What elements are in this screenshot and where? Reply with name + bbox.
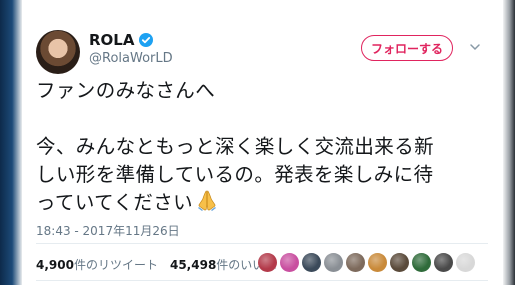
liker-avatar[interactable]: [280, 253, 299, 272]
tweet-timestamp[interactable]: 18:43 - 2017年11月26日: [36, 222, 180, 239]
tweet-card: ROLA @RolaWorLD フォローする ファンのみなさんへ 今、みんなとも…: [22, 0, 503, 285]
liker-avatars: [258, 253, 475, 272]
retweet-label: 件のリツイート: [73, 258, 158, 272]
tweet-text: ファンのみなさんへ 今、みんなともっと深く楽しく交流出来る新 しい形を準備してい…: [36, 77, 476, 217]
tweet-text-line: ファンのみなさんへ: [36, 79, 216, 102]
folded-hands-icon: [198, 190, 217, 211]
liker-avatar[interactable]: [390, 253, 409, 272]
retweet-count: 4,900: [36, 258, 74, 272]
liker-avatar[interactable]: [368, 253, 387, 272]
tweet-text-blank-line: [36, 105, 476, 133]
liker-avatar[interactable]: [434, 253, 453, 272]
divider: [36, 280, 488, 281]
retweet-stat[interactable]: 4,900件のリツイート: [36, 258, 158, 272]
tweet-text-line: っていてください: [36, 189, 476, 217]
liker-avatar[interactable]: [412, 253, 431, 272]
tweet-stats: 4,900件のリツイート 45,498件のいいね: [36, 256, 276, 273]
liker-avatar[interactable]: [456, 253, 475, 272]
background-right-edge: [503, 0, 515, 285]
follow-button[interactable]: フォローする: [361, 35, 453, 61]
like-count: 45,498: [169, 258, 217, 272]
author-name[interactable]: ROLA: [89, 31, 134, 49]
liker-avatar[interactable]: [302, 253, 321, 272]
tweet-text-line-content: っていてください: [36, 191, 194, 214]
divider: [36, 243, 488, 244]
chevron-down-icon[interactable]: [469, 41, 481, 53]
avatar[interactable]: [36, 30, 80, 74]
verified-badge-icon: [139, 33, 154, 47]
author-handle[interactable]: @RolaWorLD: [89, 51, 173, 66]
background-left-edge: [0, 0, 22, 285]
liker-avatar[interactable]: [346, 253, 365, 272]
liker-avatar[interactable]: [324, 253, 343, 272]
tweet-text-line: 今、みんなともっと深く楽しく交流出来る新: [36, 135, 435, 158]
author-name-row: ROLA: [89, 31, 154, 49]
liker-avatar[interactable]: [258, 253, 277, 272]
tweet-text-line: しい形を準備しているの。発表を楽しみに待: [36, 163, 434, 186]
